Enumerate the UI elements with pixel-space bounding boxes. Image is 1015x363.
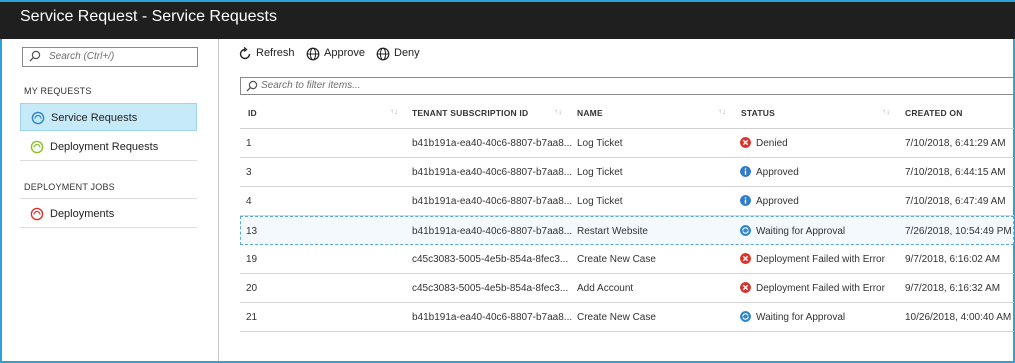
cell-created-on: 9/7/2018, 6:16:32 AM <box>905 283 1001 294</box>
globe-icon <box>376 47 390 61</box>
section-header-deployment-jobs: DEPLOYMENT JOBS <box>24 182 115 192</box>
deployments-icon <box>30 207 44 221</box>
cell-name: Create New Case <box>577 312 656 323</box>
cell-status: Deployment Failed with Error <box>756 254 885 265</box>
error-icon <box>740 282 751 293</box>
table-row[interactable]: 3 b41b191a-ea40-40c6-8807-b7aa8... Log T… <box>240 158 1014 187</box>
column-header-id[interactable]: ID <box>248 108 257 118</box>
sort-icon[interactable]: ↑↓ <box>882 107 890 116</box>
sidebar-item-label: Deployments <box>50 208 115 220</box>
cell-status: Waiting for Approval <box>756 226 846 237</box>
cell-id: 21 <box>246 312 258 323</box>
search-icon <box>29 50 41 62</box>
sort-icon[interactable]: ↑↓ <box>718 107 726 116</box>
section-header-my-requests: MY REQUESTS <box>24 86 92 96</box>
sidebar-item-deployment-requests[interactable]: Deployment Requests <box>20 133 197 161</box>
sidebar-item-deployments[interactable]: Deployments <box>20 200 197 228</box>
sidebar-item-label: Deployment Requests <box>50 141 159 153</box>
refresh-label: Refresh <box>256 47 295 59</box>
approve-label: Approve <box>324 47 365 59</box>
cell-created-on: 7/10/2018, 6:44:15 AM <box>905 167 1006 178</box>
cell-id: 4 <box>246 196 252 207</box>
error-icon <box>740 137 751 148</box>
filter-input[interactable]: Search to filter items... <box>240 77 1014 95</box>
cell-status: Denied <box>756 138 788 149</box>
cell-tenant: c45c3083-5005-4e5b-854a-8fec3... <box>412 254 569 265</box>
cell-name: Log Ticket <box>577 196 623 207</box>
error-icon <box>740 253 751 264</box>
cell-created-on: 7/10/2018, 6:47:49 AM <box>905 196 1006 207</box>
table-row-selected[interactable]: 13 b41b191a-ea40-40c6-8807-b7aa8... Rest… <box>240 216 1014 245</box>
cell-id: 13 <box>246 226 258 237</box>
column-header-tenant[interactable]: TENANT SUBSCRIPTION ID <box>412 108 528 118</box>
filter-placeholder: Search to filter items... <box>261 80 361 91</box>
section-divider <box>20 198 197 199</box>
table-row[interactable]: 1 b41b191a-ea40-40c6-8807-b7aa8... Log T… <box>240 129 1014 158</box>
waiting-icon <box>740 311 751 322</box>
sidebar-search-placeholder: Search (Ctrl+/) <box>49 51 115 62</box>
table-row[interactable]: 21 b41b191a-ea40-40c6-8807-b7aa8... Crea… <box>240 303 1014 332</box>
cell-created-on: 10/26/2018, 4:00:40 AM <box>905 312 1012 323</box>
refresh-button[interactable]: Refresh <box>238 46 295 62</box>
refresh-icon <box>239 47 251 60</box>
window-title: Service Request - Service Requests <box>20 8 277 25</box>
sort-icon[interactable]: ↑↓ <box>390 107 398 116</box>
globe-icon <box>306 47 320 61</box>
deny-button[interactable]: Deny <box>376 46 420 62</box>
cell-created-on: 7/26/2018, 10:54:49 PM <box>905 226 1012 237</box>
cell-name: Restart Website <box>577 226 648 237</box>
cell-name: Add Account <box>577 283 634 294</box>
cell-name: Log Ticket <box>577 167 623 178</box>
waiting-icon <box>740 225 751 236</box>
cell-status: Waiting for Approval <box>756 312 846 323</box>
cell-name: Create New Case <box>577 254 656 265</box>
sidebar: Search (Ctrl+/) MY REQUESTS Service Requ… <box>2 39 219 361</box>
column-header-name[interactable]: NAME <box>577 108 603 118</box>
cell-id: 1 <box>246 138 252 149</box>
cell-tenant: b41b191a-ea40-40c6-8807-b7aa8... <box>412 167 573 178</box>
title-bar: Service Request - Service Requests <box>0 0 1015 39</box>
cell-created-on: 7/10/2018, 6:41:29 AM <box>905 138 1006 149</box>
table-row[interactable]: 19 c45c3083-5005-4e5b-854a-8fec3... Crea… <box>240 245 1014 274</box>
deployment-requests-icon <box>30 140 44 154</box>
deny-label: Deny <box>394 47 420 59</box>
cell-created-on: 9/7/2018, 6:16:02 AM <box>905 254 1001 265</box>
cell-tenant: b41b191a-ea40-40c6-8807-b7aa8... <box>412 312 573 323</box>
cell-tenant: b41b191a-ea40-40c6-8807-b7aa8... <box>412 138 573 149</box>
service-requests-icon <box>31 111 45 125</box>
table-row[interactable]: 4 b41b191a-ea40-40c6-8807-b7aa8... Log T… <box>240 187 1014 216</box>
sidebar-search-input[interactable]: Search (Ctrl+/) <box>22 47 198 67</box>
column-header-created-on[interactable]: CREATED ON <box>905 108 963 118</box>
cell-id: 20 <box>246 283 258 294</box>
cell-id: 3 <box>246 167 252 178</box>
cell-id: 19 <box>246 254 258 265</box>
cell-status: Approved <box>756 167 799 178</box>
cell-status: Deployment Failed with Error <box>756 283 885 294</box>
sidebar-item-label: Service Requests <box>51 112 138 124</box>
column-header-status[interactable]: STATUS <box>741 108 775 118</box>
approve-button[interactable]: Approve <box>306 46 368 62</box>
cell-tenant: b41b191a-ea40-40c6-8807-b7aa8... <box>412 226 573 237</box>
sidebar-item-service-requests[interactable]: Service Requests <box>20 103 197 131</box>
table-header: ID ↑↓ TENANT SUBSCRIPTION ID ↑↓ NAME ↑↓ … <box>240 100 1014 129</box>
info-icon <box>740 166 751 177</box>
cell-status: Approved <box>756 196 799 207</box>
table-row[interactable]: 20 c45c3083-5005-4e5b-854a-8fec3... Add … <box>240 274 1014 303</box>
info-icon <box>740 195 751 206</box>
search-icon <box>246 80 258 92</box>
sort-icon[interactable]: ↑↓ <box>554 107 562 116</box>
cell-tenant: b41b191a-ea40-40c6-8807-b7aa8... <box>412 196 573 207</box>
cell-name: Log Ticket <box>577 138 623 149</box>
cell-tenant: c45c3083-5005-4e5b-854a-8fec3... <box>412 283 569 294</box>
